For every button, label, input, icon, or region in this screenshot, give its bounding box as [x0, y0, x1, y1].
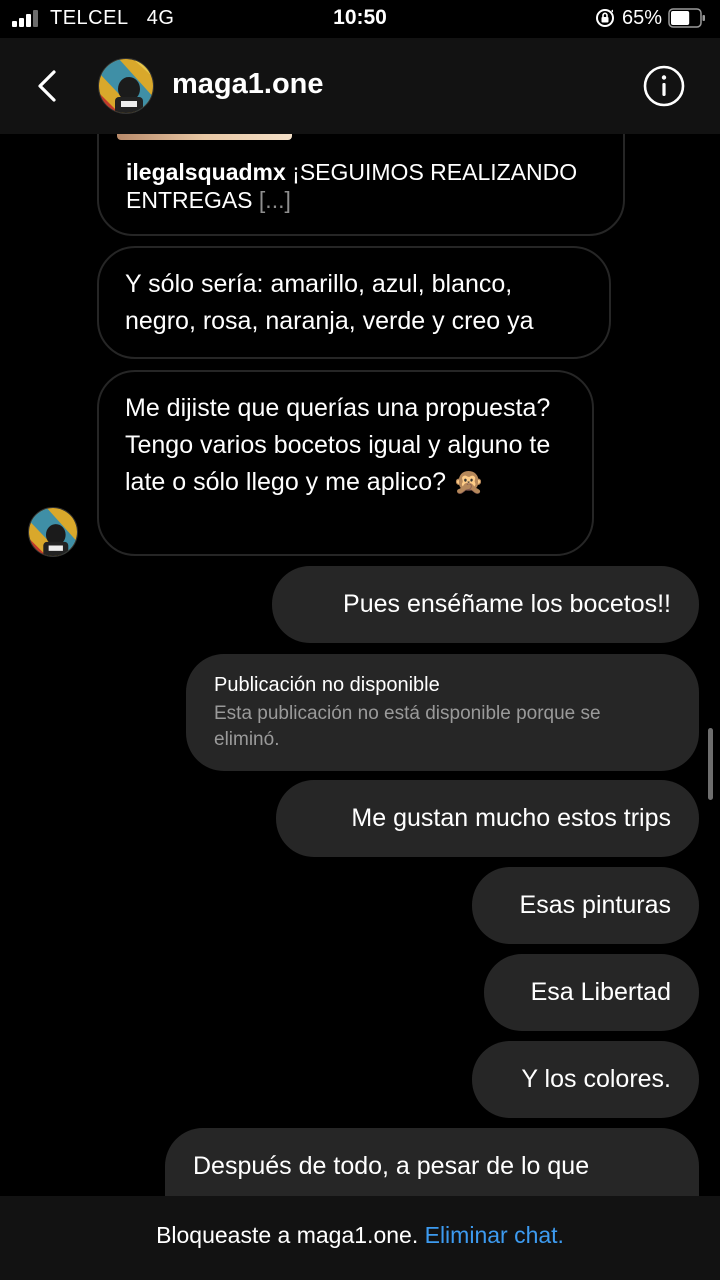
message-text: Me dijiste que querías una propuesta? Te… — [125, 394, 551, 496]
shared-post-username: ilegalsquadmx — [126, 159, 286, 185]
message-text: Y los colores. — [521, 1065, 671, 1093]
outgoing-message[interactable]: Esas pinturas — [472, 867, 699, 944]
outgoing-message[interactable]: Después de todo, a pesar de lo que — [165, 1128, 699, 1196]
message-text: Pues enséñame los bocetos!! — [343, 590, 671, 618]
chevron-left-icon[interactable] — [30, 64, 64, 108]
unavailable-post-title: Publicación no disponible — [214, 674, 440, 696]
sender-avatar[interactable] — [28, 507, 78, 557]
outgoing-message[interactable]: Y los colores. — [472, 1041, 699, 1118]
outgoing-message[interactable]: Pues enséñame los bocetos!! — [272, 566, 699, 643]
blocked-notice: Bloqueaste a maga1.one. — [156, 1222, 419, 1248]
status-right: 65% — [594, 6, 706, 30]
chat-header: maga1.one — [0, 38, 720, 134]
incoming-message[interactable]: Y sólo sería: amarillo, azul, blanco, ne… — [97, 246, 611, 359]
shared-post-more: [...] — [258, 187, 291, 213]
unavailable-post-description: Esta publicación no está disponible porq… — [214, 703, 601, 750]
outgoing-message[interactable]: Me gustan mucho estos trips — [276, 780, 699, 857]
message-thread[interactable]: ilegalsquadmx ¡SEGUIMOS REALIZANDO ENTRE… — [0, 134, 720, 1196]
message-text: Esa Libertad — [530, 978, 671, 1006]
orientation-lock-icon — [595, 9, 614, 27]
message-text: Me gustan mucho estos trips — [351, 804, 671, 832]
scrollbar[interactable] — [708, 728, 713, 800]
info-circle-icon[interactable] — [642, 64, 686, 108]
shared-post-caption: ilegalsquadmx ¡SEGUIMOS REALIZANDO ENTRE… — [126, 158, 606, 214]
chat-title[interactable]: maga1.one — [172, 68, 324, 101]
unavailable-post-bubble[interactable]: Publicación no disponible Esta publicaci… — [186, 654, 699, 771]
avatar-image — [99, 59, 153, 113]
message-text: Esas pinturas — [519, 891, 671, 919]
message-text: Y sólo sería: amarillo, azul, blanco, ne… — [125, 270, 534, 335]
outgoing-message[interactable]: Esa Libertad — [484, 954, 699, 1031]
status-bar: TELCEL 4G 10:50 65% — [0, 0, 720, 38]
avatar-image — [29, 508, 77, 556]
battery-icon — [668, 8, 705, 28]
shared-post-image[interactable] — [117, 134, 292, 140]
shared-post-bubble[interactable]: ilegalsquadmx ¡SEGUIMOS REALIZANDO ENTRE… — [97, 134, 625, 236]
avatar[interactable] — [98, 58, 154, 114]
battery-percent: 65% — [621, 6, 662, 29]
message-text: Después de todo, a pesar de lo que — [193, 1152, 590, 1180]
incoming-message[interactable]: Me dijiste que querías una propuesta? Te… — [97, 370, 594, 556]
delete-chat-link[interactable]: Eliminar chat. — [425, 1222, 564, 1248]
blocked-footer: Bloqueaste a maga1.one. Eliminar chat. — [0, 1196, 720, 1280]
